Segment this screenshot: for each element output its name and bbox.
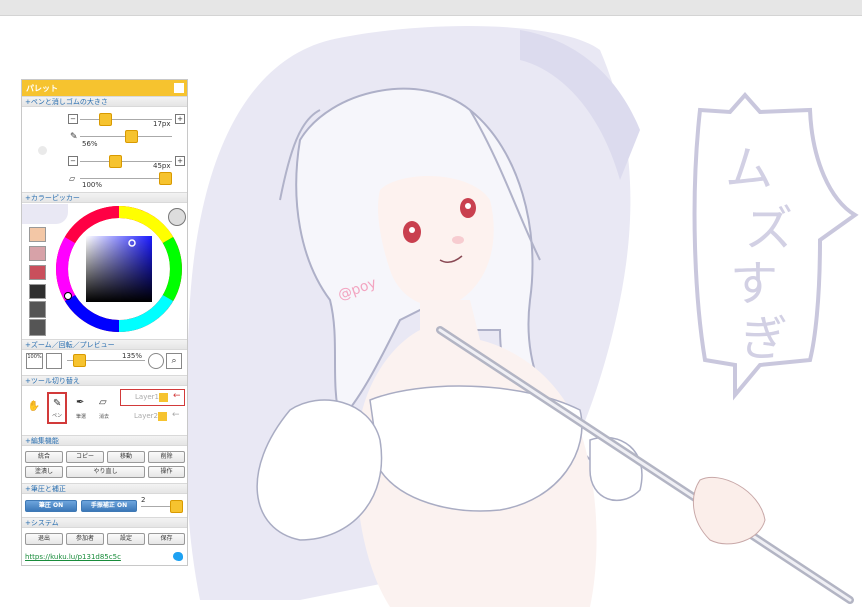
eraser-tool-label: 消去 xyxy=(98,414,109,420)
speech-text-2: ズ xyxy=(745,201,793,257)
pen-tool-label: ペン xyxy=(51,413,62,419)
stabilizer-toggle[interactable]: 手振補正 ON xyxy=(81,500,137,512)
eraser-size-decrease-button[interactable]: − xyxy=(68,156,78,166)
dropper-tool-label: 筆選 xyxy=(75,414,86,420)
layer-row-2[interactable]: Layer2 ← xyxy=(120,409,185,426)
section-pen-size[interactable]: +ペンと消しゴムの大きさ xyxy=(22,96,187,107)
twitter-icon[interactable] xyxy=(173,552,183,561)
room-url-link[interactable]: https://kuku.lu/p131d85c5c xyxy=(25,553,121,561)
zoom-slider-knob[interactable] xyxy=(73,354,86,367)
add-swatch-icon[interactable] xyxy=(29,301,46,318)
section-pressure[interactable]: +筆圧と補正 xyxy=(22,483,187,494)
pen-opacity-slider-knob[interactable] xyxy=(125,130,138,143)
color-swatch-3[interactable] xyxy=(29,265,46,280)
save-button[interactable]: 保存 xyxy=(148,533,185,545)
hand xyxy=(692,476,766,545)
layer-2-arrow-icon: ← xyxy=(172,410,180,420)
eraser-opacity-value: 100% xyxy=(82,181,103,189)
speech-text-3: す xyxy=(730,256,778,312)
magnifier-icon[interactable]: ⌕ xyxy=(166,353,182,369)
section-zoom[interactable]: +ズーム／回転／プレビュー xyxy=(22,339,187,350)
eraser-opacity-slider-knob[interactable] xyxy=(159,172,172,185)
dropper-tool-button[interactable]: ✒ 筆選 xyxy=(71,392,91,424)
grid-swatch-icon[interactable] xyxy=(29,319,46,336)
layer-row-1[interactable]: Layer1 ← xyxy=(120,389,185,406)
color-mode-icon[interactable] xyxy=(168,208,186,226)
zoom-value: 135% xyxy=(122,352,143,360)
brush-preview xyxy=(38,146,47,155)
layer-2-thumb xyxy=(158,412,167,421)
stabilizer-level: 2 xyxy=(141,496,146,504)
eraser-size-increase-button[interactable]: + xyxy=(175,156,185,166)
eraser-tool-button[interactable]: ▱ 消去 xyxy=(94,392,114,424)
eraser-size-slider-knob[interactable] xyxy=(109,155,122,168)
pen-tool-icon: ✎ xyxy=(53,398,62,409)
eraser-icon: ▱ xyxy=(69,174,76,183)
settings-button[interactable]: 設定 xyxy=(107,533,145,545)
pen-opacity-value: 56% xyxy=(82,140,98,148)
rotate-reset-icon[interactable] xyxy=(148,353,164,369)
palette-title: パレット xyxy=(26,84,58,93)
participants-button[interactable]: 参加者 xyxy=(66,533,104,545)
copy-button[interactable]: コピー xyxy=(66,451,104,463)
move-button[interactable]: 移動 xyxy=(107,451,145,463)
pen-size-slider-knob[interactable] xyxy=(99,113,112,126)
operate-button[interactable]: 操作 xyxy=(148,466,185,478)
pen-size-increase-button[interactable]: + xyxy=(175,114,185,124)
delete-button[interactable]: 削除 xyxy=(148,451,185,463)
top-bar xyxy=(0,0,862,16)
pen-size-decrease-button[interactable]: − xyxy=(68,114,78,124)
color-swatch-2[interactable] xyxy=(29,246,46,261)
eraser-size-value: 45px xyxy=(153,162,171,170)
palette-titlebar[interactable]: パレット xyxy=(22,80,187,97)
exit-button[interactable]: 退出 xyxy=(25,533,63,545)
merge-button[interactable]: 統合 xyxy=(25,451,63,463)
layer-1-arrow-icon: ← xyxy=(173,391,181,401)
fit-screen-icon[interactable] xyxy=(46,353,62,369)
zoom-reset-button[interactable]: 100% xyxy=(26,353,43,369)
palette-panel: パレット +ペンと消しゴムの大きさ − 17px + ✎ 56% − 45px … xyxy=(21,79,188,566)
palette-toggle-checkbox[interactable] xyxy=(174,83,184,93)
fill-button[interactable]: 塗潰し xyxy=(25,466,63,478)
layer-1-name: Layer1 xyxy=(135,393,159,401)
pen-icon: ✎ xyxy=(70,132,78,142)
layer-1-thumb xyxy=(159,393,168,402)
section-system[interactable]: +システム xyxy=(22,517,187,528)
pen-size-value: 17px xyxy=(153,120,171,128)
section-color-picker[interactable]: +カラーピッカー xyxy=(22,192,187,203)
redo-button[interactable]: やり直し xyxy=(66,466,145,478)
stabilizer-slider-knob[interactable] xyxy=(170,500,183,513)
hand-tool-icon[interactable]: ✋ xyxy=(27,400,41,414)
zoom-reset-label: 100% xyxy=(27,354,42,360)
color-swatch-4[interactable] xyxy=(29,284,46,299)
pen-tool-button[interactable]: ✎ ペン xyxy=(47,392,67,424)
section-edit[interactable]: +編集機能 xyxy=(22,435,187,446)
speech-text-1: ム xyxy=(725,141,773,197)
section-tool[interactable]: +ツール切り替え xyxy=(22,375,187,386)
layer-2-name: Layer2 xyxy=(134,412,158,420)
eraser-tool-icon: ▱ xyxy=(99,397,107,408)
dropper-tool-icon: ✒ xyxy=(76,397,85,408)
color-wheel[interactable] xyxy=(55,205,183,333)
color-swatch-1[interactable] xyxy=(29,227,46,242)
speech-text-4: ぎ xyxy=(740,311,788,367)
pen-pressure-toggle[interactable]: 筆圧 ON xyxy=(25,500,77,512)
